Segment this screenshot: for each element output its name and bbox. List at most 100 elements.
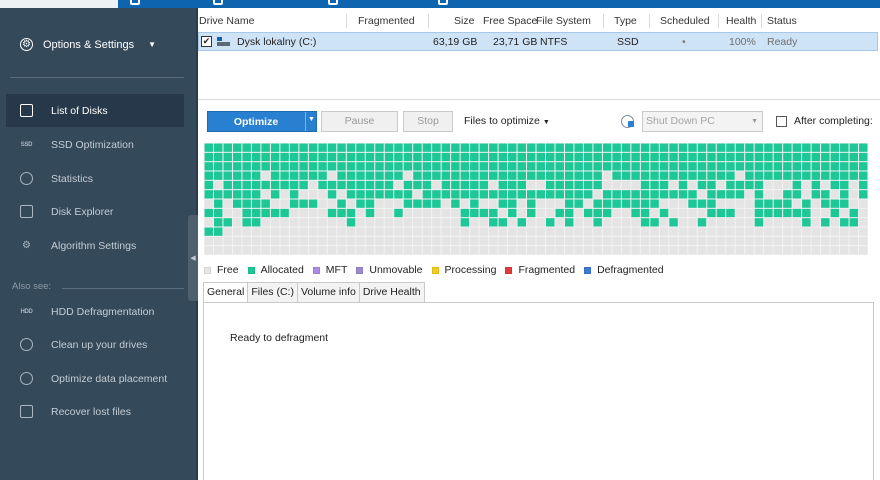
allocated-cluster (489, 208, 498, 218)
column-separator[interactable] (603, 14, 604, 28)
free-cluster (375, 208, 384, 218)
allocated-cluster (441, 171, 451, 180)
allocated-cluster (821, 162, 830, 171)
free-cluster (318, 218, 327, 227)
allocated-cluster (754, 199, 764, 208)
free-cluster (413, 227, 422, 236)
sidebar-item-algorithm-settings[interactable]: ⚙ Algorithm Settings (6, 229, 184, 262)
column-status[interactable]: Status (767, 15, 797, 27)
sidebar-item-ssd-optimization[interactable]: SSD SSD Optimization (6, 128, 184, 161)
free-cluster (327, 227, 337, 236)
allocated-cluster (432, 171, 441, 180)
column-drive-name[interactable]: Drive Name (199, 15, 254, 27)
free-cluster (640, 227, 650, 236)
free-cluster (564, 246, 574, 255)
optimize-button[interactable]: Optimize ▼ (207, 111, 317, 132)
tab-icon[interactable] (130, 0, 140, 5)
column-type[interactable]: Type (614, 15, 637, 27)
allocated-cluster (536, 171, 545, 180)
after-completing-checkbox[interactable] (776, 116, 787, 127)
sidebar-item-recover-lost-files[interactable]: Recover lost files (6, 395, 184, 428)
column-separator[interactable] (761, 14, 762, 28)
free-cluster (356, 236, 365, 246)
free-cluster (773, 180, 783, 190)
free-cluster (375, 218, 384, 227)
allocated-cluster (830, 180, 840, 190)
column-separator[interactable] (649, 14, 650, 28)
table-row[interactable]: ✔ Dysk lokalny (C:) 63,19 GB 23,71 GB NT… (198, 32, 878, 51)
allocated-cluster (631, 208, 640, 218)
tab-general[interactable]: General (203, 282, 249, 303)
free-cluster (527, 180, 536, 190)
column-fragmented[interactable]: Fragmented (358, 15, 415, 27)
sidebar-item-statistics[interactable]: Statistics (6, 162, 184, 195)
allocated-cluster (460, 190, 470, 199)
stop-button[interactable]: Stop (403, 111, 453, 132)
sidebar-item-hdd-defragmentation[interactable]: HDD HDD Defragmentation (6, 295, 184, 328)
allocated-cluster (375, 190, 384, 199)
drive-checkbox[interactable]: ✔ (201, 36, 212, 47)
allocated-cluster (602, 199, 612, 208)
chevron-down-icon[interactable]: ▼ (308, 116, 315, 123)
free-cluster (830, 236, 840, 246)
options-settings-menu[interactable]: ⚙ Options & Settings ▼ (20, 38, 156, 51)
top-tab-active[interactable] (0, 0, 118, 8)
legend-swatch (356, 266, 364, 274)
pause-button[interactable]: Pause (321, 111, 398, 132)
column-separator[interactable] (428, 14, 429, 28)
allocated-cluster (545, 171, 555, 180)
files-to-optimize-dropdown[interactable]: Files to optimize ▼ (464, 115, 550, 127)
allocated-cluster (726, 171, 735, 180)
allocated-cluster (327, 180, 337, 190)
free-cluster (261, 171, 270, 180)
sidebar-collapse-handle[interactable]: ◀ (188, 215, 198, 301)
column-scheduled[interactable]: Scheduled (660, 15, 710, 27)
free-cluster (745, 199, 754, 208)
allocated-cluster (650, 143, 659, 152)
allocated-cluster (422, 190, 432, 199)
free-cluster (840, 227, 849, 236)
column-health[interactable]: Health (726, 15, 756, 27)
drive-free-space-cell: 23,71 GB (493, 36, 538, 48)
free-cluster (849, 246, 859, 255)
free-cluster (498, 236, 508, 246)
column-separator[interactable] (346, 14, 347, 28)
tab-volume-info[interactable]: Volume info (296, 282, 360, 302)
tab-icon[interactable] (438, 0, 448, 5)
allocated-cluster (527, 190, 536, 199)
allocated-cluster (811, 171, 821, 180)
sidebar-item-clean-up-drives[interactable]: Clean up your drives (6, 328, 184, 361)
sidebar-item-disk-explorer[interactable]: Disk Explorer (6, 195, 184, 228)
allocated-cluster (716, 190, 726, 199)
free-cluster (545, 208, 555, 218)
shutdown-select[interactable]: Shut Down PC ▼ (642, 111, 763, 132)
allocated-cluster (811, 152, 821, 162)
allocated-cluster (830, 152, 840, 162)
tab-icon[interactable] (213, 0, 223, 5)
legend-label: Defragmented (597, 264, 664, 276)
allocated-cluster (517, 143, 527, 152)
free-cluster (602, 171, 612, 180)
allocated-cluster (669, 143, 678, 152)
sidebar-item-optimize-data-placement[interactable]: Optimize data placement (6, 362, 184, 395)
allocated-cluster (223, 190, 232, 199)
free-cluster (299, 246, 308, 255)
free-cluster (432, 218, 441, 227)
free-cluster (261, 246, 270, 255)
column-separator[interactable] (718, 14, 719, 28)
free-cluster (346, 246, 356, 255)
column-file-system[interactable]: File System (536, 15, 591, 27)
allocated-cluster (811, 180, 821, 190)
tab-files[interactable]: Files (C:) (247, 282, 298, 302)
free-cluster (745, 218, 754, 227)
free-cluster (232, 246, 242, 255)
drive-icon (217, 37, 230, 46)
column-free-space[interactable]: Free Space (483, 15, 537, 27)
column-size[interactable]: Size (454, 15, 474, 27)
allocated-cluster (356, 180, 365, 190)
tab-drive-health[interactable]: Drive Health (358, 282, 425, 302)
free-cluster (536, 236, 545, 246)
tab-icon[interactable] (328, 0, 338, 5)
sidebar-item-list-of-disks[interactable]: List of Disks (6, 94, 184, 127)
allocated-cluster (640, 218, 650, 227)
